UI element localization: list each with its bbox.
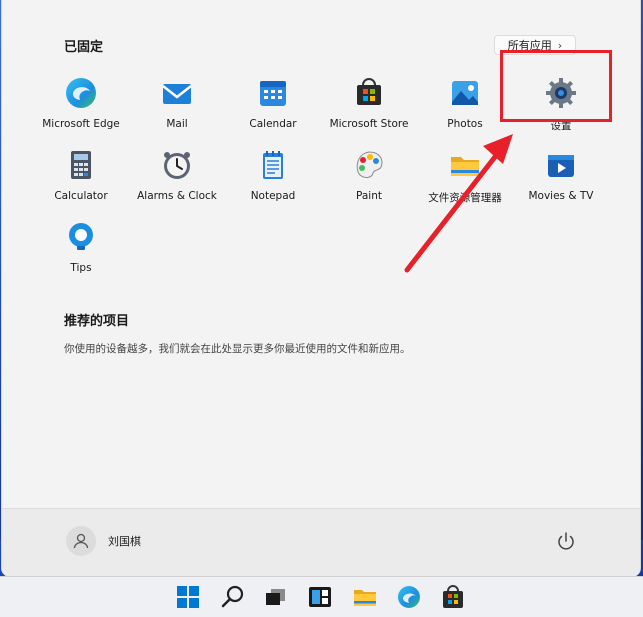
paint-icon [356, 151, 383, 178]
store-icon[interactable] [439, 583, 467, 611]
recommended-empty-text: 你使用的设备越多，我们就会在此处显示更多你最近使用的文件和新应用。 [64, 343, 411, 355]
task-view-icon[interactable] [262, 583, 290, 611]
clock-icon [164, 152, 190, 179]
user-icon [73, 533, 89, 549]
movies-icon [548, 155, 574, 177]
app-label: Calculator [54, 190, 108, 202]
highlight-box [500, 50, 612, 122]
calendar-icon [260, 81, 286, 106]
pinned-app-clock[interactable]: Alarms & Clock [129, 140, 225, 206]
pinned-app-notepad[interactable]: Notepad [225, 140, 321, 206]
photos-icon [452, 81, 478, 105]
user-name[interactable]: 刘国棋 [108, 533, 141, 549]
store-icon [357, 78, 381, 105]
app-label: Microsoft Edge [42, 118, 120, 130]
app-label: Mail [166, 118, 188, 130]
file-explorer-icon[interactable] [351, 583, 379, 611]
mail-icon [162, 84, 192, 104]
pinned-section-title: 已固定 [64, 40, 104, 55]
windows-start-icon[interactable] [174, 583, 202, 611]
pinned-app-edge[interactable]: Microsoft Edge [33, 68, 129, 134]
edge-icon[interactable] [395, 583, 423, 611]
annotation-arrow [404, 134, 513, 273]
notepad-icon [263, 151, 283, 179]
app-label: Calendar [249, 118, 297, 130]
user-avatar[interactable] [66, 526, 96, 556]
pinned-app-calculator[interactable]: Calculator [33, 140, 129, 206]
search-icon[interactable] [219, 583, 247, 611]
app-label: Notepad [250, 190, 296, 202]
calculator-icon [71, 151, 91, 179]
app-label: Alarms & Clock [137, 190, 217, 202]
tips-icon [69, 223, 93, 250]
pinned-app-tips[interactable]: Tips [33, 212, 129, 278]
recommended-section-title: 推荐的项目 [64, 314, 130, 329]
widgets-icon[interactable] [306, 583, 334, 611]
app-label: Tips [70, 262, 92, 274]
pinned-app-calendar[interactable]: Calendar [225, 68, 321, 134]
taskbar [0, 576, 643, 617]
edge-icon [66, 78, 96, 108]
pinned-app-mail[interactable]: Mail [129, 68, 225, 134]
power-icon[interactable] [554, 529, 578, 553]
start-menu-footer: 刘国棋 [2, 508, 640, 577]
